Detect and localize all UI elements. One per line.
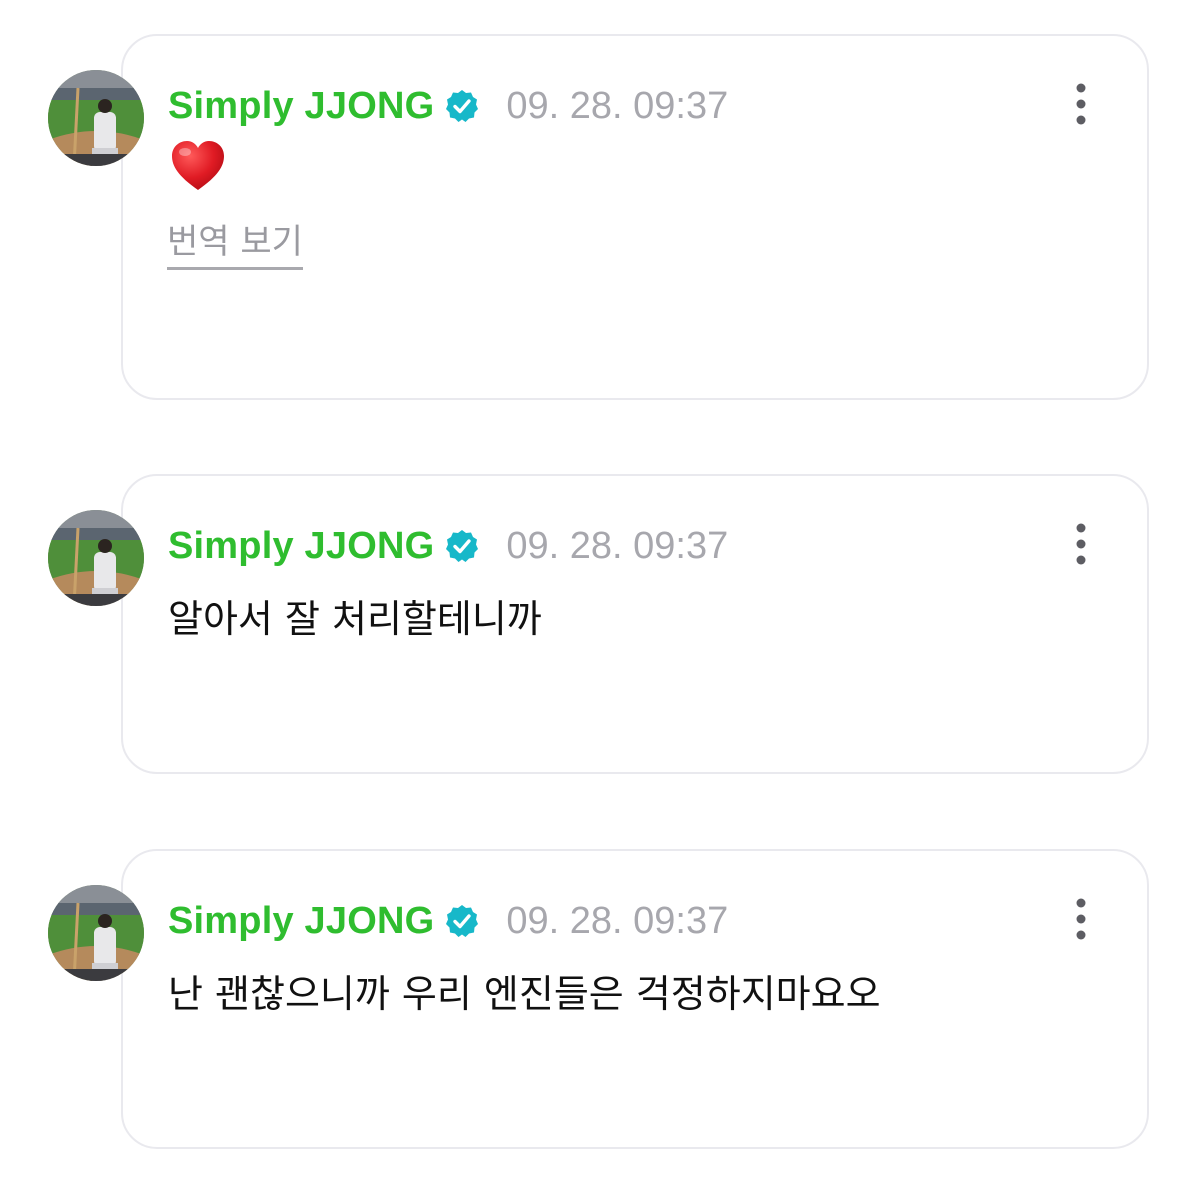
verified-badge-icon (444, 903, 480, 939)
verified-badge-icon (444, 528, 480, 564)
avatar[interactable] (48, 70, 144, 166)
more-options-icon[interactable] (1066, 78, 1096, 134)
verified-badge-icon (444, 88, 480, 124)
heart-icon (170, 140, 226, 192)
avatar-image (48, 70, 144, 166)
avatar-image (48, 510, 144, 606)
more-options-icon[interactable] (1066, 893, 1096, 949)
avatar[interactable] (48, 885, 144, 981)
avatar-image (48, 885, 144, 981)
post-header: Simply JJONG 09. 28. 09:37 (168, 891, 728, 951)
author-name[interactable]: Simply JJONG (168, 85, 434, 128)
post-message: 난 괜찮으니까 우리 엔진들은 걱정하지마요오 (168, 972, 881, 1016)
post-timestamp: 09. 28. 09:37 (506, 84, 729, 127)
post-header: Simply JJONG 09. 28. 09:37 (168, 516, 728, 576)
more-options-icon[interactable] (1066, 518, 1096, 574)
post-header: Simply JJONG 09. 28. 09:37 (168, 76, 728, 136)
post-timestamp: 09. 28. 09:37 (506, 524, 729, 567)
author-name[interactable]: Simply JJONG (168, 900, 434, 943)
author-name[interactable]: Simply JJONG (168, 525, 434, 568)
avatar[interactable] (48, 510, 144, 606)
post-timestamp: 09. 28. 09:37 (506, 899, 729, 942)
post-message: 알아서 잘 처리할테니까 (168, 597, 542, 641)
translate-link[interactable]: 번역 보기 (167, 214, 303, 270)
